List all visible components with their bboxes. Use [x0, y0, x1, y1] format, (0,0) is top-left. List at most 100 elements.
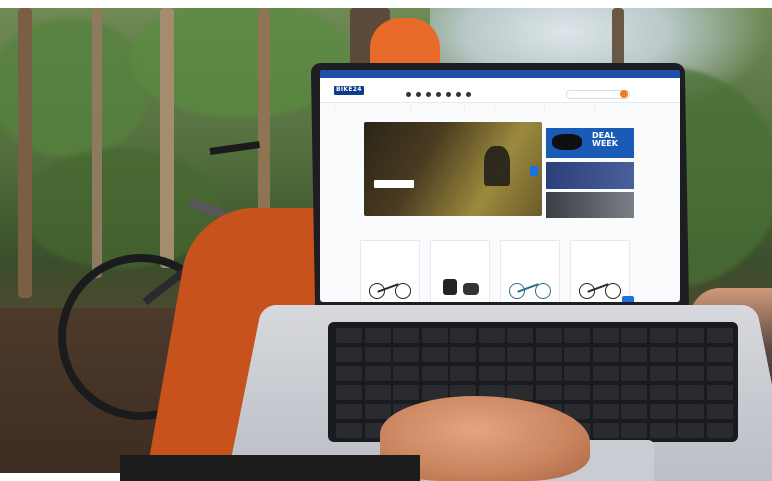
key — [621, 347, 647, 362]
key — [678, 404, 704, 419]
key — [621, 404, 647, 419]
deal-week-banner[interactable]: DEAL WEEK — [546, 128, 634, 158]
key — [707, 366, 733, 381]
key — [365, 347, 391, 362]
product-shape — [463, 283, 479, 295]
key — [450, 328, 476, 343]
key — [707, 347, 733, 362]
key — [479, 328, 505, 343]
hero-button[interactable] — [374, 180, 414, 188]
category-icon[interactable] — [406, 92, 411, 97]
key — [536, 385, 562, 400]
key — [365, 385, 391, 400]
key — [422, 366, 448, 381]
site-header: BIKE24 — [320, 78, 680, 103]
bike-image — [575, 271, 625, 297]
nav-item[interactable] — [490, 106, 495, 112]
category-icon[interactable] — [416, 92, 421, 97]
key — [336, 385, 362, 400]
tree-trunk — [160, 8, 174, 268]
photo-frame: BIKE24 DEAL WEEK — [0, 0, 772, 481]
hero-banner[interactable] — [364, 122, 542, 216]
key — [422, 328, 448, 343]
accessory-image — [435, 271, 485, 297]
key — [650, 328, 676, 343]
key — [593, 423, 619, 438]
key — [393, 385, 419, 400]
promo-banner[interactable] — [546, 192, 634, 218]
key — [365, 366, 391, 381]
nav-item[interactable] — [540, 106, 545, 112]
key — [507, 328, 533, 343]
key — [707, 404, 733, 419]
key — [365, 328, 391, 343]
key — [536, 347, 562, 362]
category-nav — [320, 103, 680, 115]
key — [707, 385, 733, 400]
key — [365, 404, 391, 419]
key — [536, 328, 562, 343]
key — [593, 347, 619, 362]
product-card[interactable] — [570, 240, 630, 302]
key — [621, 366, 647, 381]
key — [593, 404, 619, 419]
key — [479, 347, 505, 362]
key — [564, 328, 590, 343]
key — [336, 404, 362, 419]
laptop-screen: BIKE24 DEAL WEEK — [320, 70, 680, 302]
category-icon[interactable] — [456, 92, 461, 97]
product-card[interactable] — [430, 240, 490, 302]
key — [678, 328, 704, 343]
carousel-arrow-icon[interactable] — [530, 166, 538, 176]
cyclist-figure — [484, 146, 510, 186]
key — [678, 347, 704, 362]
key — [593, 385, 619, 400]
key — [707, 328, 733, 343]
key — [650, 385, 676, 400]
nav-item[interactable] — [590, 106, 595, 112]
tree-trunk — [258, 8, 270, 228]
key — [393, 366, 419, 381]
key — [650, 366, 676, 381]
key — [536, 366, 562, 381]
bike-handlebar — [210, 141, 260, 155]
key — [621, 423, 647, 438]
product-card[interactable] — [360, 240, 420, 302]
key — [450, 366, 476, 381]
key — [336, 328, 362, 343]
key — [593, 366, 619, 381]
tree-trunk — [18, 8, 32, 298]
key — [678, 385, 704, 400]
logo-text: BIKE24 — [336, 86, 362, 93]
nav-item[interactable] — [460, 106, 465, 112]
category-icon[interactable] — [466, 92, 471, 97]
key — [650, 423, 676, 438]
key — [621, 385, 647, 400]
bike-image — [505, 271, 555, 297]
nav-item[interactable] — [330, 106, 335, 112]
key — [336, 366, 362, 381]
deal-title: DEAL WEEK — [592, 132, 634, 148]
key — [621, 328, 647, 343]
category-icon[interactable] — [446, 92, 451, 97]
cart-icon[interactable] — [620, 90, 628, 98]
product-card[interactable] — [500, 240, 560, 302]
key — [678, 366, 704, 381]
key — [650, 404, 676, 419]
key — [678, 423, 704, 438]
bike-image — [365, 271, 415, 297]
key — [422, 347, 448, 362]
category-icon[interactable] — [436, 92, 441, 97]
key — [450, 347, 476, 362]
key — [593, 328, 619, 343]
product-shape — [443, 279, 457, 295]
key — [336, 423, 362, 438]
key — [564, 347, 590, 362]
chat-icon[interactable] — [622, 296, 634, 302]
category-icon[interactable] — [426, 92, 431, 97]
key — [564, 366, 590, 381]
nav-item[interactable] — [406, 106, 411, 112]
sleeve — [120, 455, 420, 481]
promo-banner[interactable] — [546, 162, 634, 189]
site-logo[interactable]: BIKE24 — [334, 86, 364, 95]
